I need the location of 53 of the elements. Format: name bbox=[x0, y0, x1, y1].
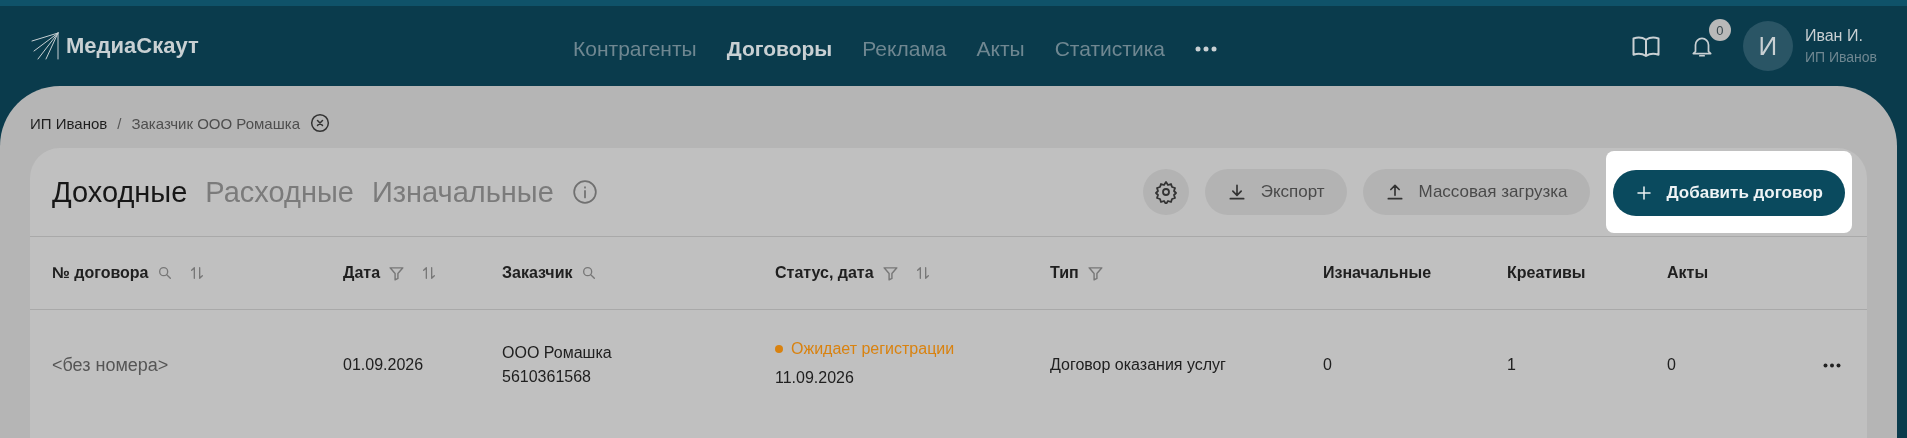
settings-icon bbox=[1153, 180, 1178, 204]
customer-inn: 5610361568 bbox=[502, 367, 592, 387]
status-text: Ожидает регистрации bbox=[791, 340, 955, 358]
column-header: № договора bbox=[52, 264, 149, 282]
tab[interactable]: Изначальные bbox=[371, 175, 554, 209]
table-cell-text: <без номера> bbox=[52, 353, 170, 377]
sort-icon bbox=[421, 265, 438, 281]
settings-button[interactable] bbox=[1142, 169, 1189, 215]
table-cell-text: 0 bbox=[1667, 355, 1676, 375]
column-header: Статус, дата bbox=[775, 264, 874, 282]
add-contract-button[interactable]: Добавить договор bbox=[1612, 170, 1845, 216]
nav-link[interactable]: Статистика bbox=[1054, 37, 1165, 61]
table-cell-text: 01.09.2026 bbox=[343, 355, 425, 375]
user-name: Иван И. bbox=[1804, 27, 1864, 45]
filter-icon bbox=[388, 264, 406, 282]
column-header: Изначальные bbox=[1323, 264, 1432, 282]
user-company: ИП Иванов bbox=[1804, 49, 1877, 65]
column-header: Дата bbox=[343, 264, 381, 282]
table-cell-text: 0 bbox=[1323, 355, 1333, 375]
search-icon bbox=[156, 265, 173, 281]
breadcrumb-link[interactable]: ИП Иванов bbox=[30, 114, 108, 132]
avatar[interactable]: И bbox=[1742, 21, 1793, 71]
sort-icon bbox=[188, 265, 205, 281]
more-icon bbox=[1823, 362, 1841, 368]
filter-icon bbox=[1086, 264, 1104, 282]
close-icon bbox=[310, 113, 330, 133]
plus-icon bbox=[1634, 184, 1653, 202]
breadcrumb-separator: / bbox=[117, 114, 122, 132]
more-icon[interactable] bbox=[1194, 46, 1217, 52]
logo-rays-icon bbox=[30, 31, 60, 61]
nav-link[interactable]: Реклама bbox=[862, 37, 947, 61]
customer-name: ООО Ромашка bbox=[502, 343, 613, 363]
status-date: 11.09.2026 bbox=[775, 368, 855, 388]
export-button[interactable]: Экспорт bbox=[1204, 169, 1347, 215]
tab[interactable]: Расходные bbox=[205, 175, 354, 209]
column-header: Акты bbox=[1667, 264, 1709, 282]
tab[interactable]: Доходные bbox=[52, 175, 188, 209]
upload-button[interactable]: Массовая загрузка bbox=[1362, 169, 1590, 215]
search-icon bbox=[580, 265, 597, 281]
column-header: Креативы bbox=[1507, 264, 1586, 282]
table-cell-text: Договор оказания услуг bbox=[1050, 355, 1227, 375]
table-cell-text: 1 bbox=[1507, 355, 1517, 375]
breadcrumb-link[interactable]: Заказчик ООО Ромашка bbox=[131, 114, 300, 132]
nav-link[interactable]: Контрагенты bbox=[573, 37, 697, 61]
nav-link[interactable]: Договоры bbox=[726, 37, 833, 61]
filter-icon bbox=[881, 264, 899, 282]
nav-link[interactable]: Акты bbox=[976, 37, 1025, 61]
column-header: Заказчик bbox=[502, 264, 573, 282]
column-header: Тип bbox=[1050, 264, 1079, 282]
notification-count: 0 bbox=[1708, 19, 1731, 41]
info-icon bbox=[571, 179, 598, 205]
sort-icon bbox=[914, 265, 931, 281]
logo-text: МедиаСкаут bbox=[66, 33, 199, 59]
